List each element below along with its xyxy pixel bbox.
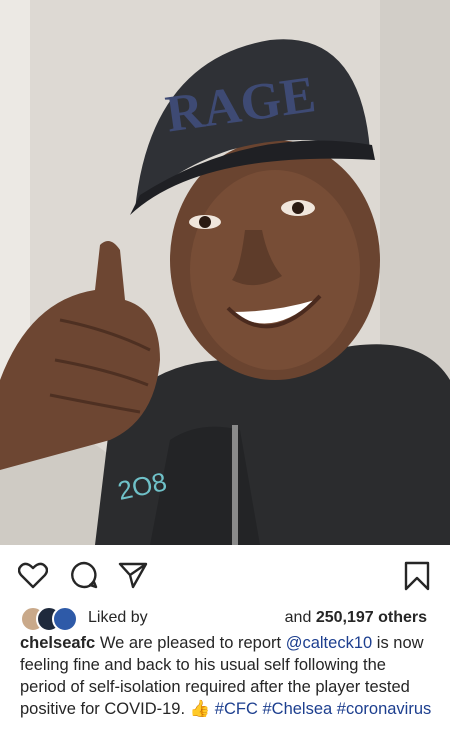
liker-avatars[interactable] xyxy=(20,606,80,632)
post-caption: chelseafc We are pleased to report @calt… xyxy=(20,632,432,720)
hashtag-cfc[interactable]: #CFC xyxy=(215,700,258,718)
likes-count[interactable]: and 250,197 others xyxy=(285,609,427,627)
liked-by-label: Liked by xyxy=(88,609,148,626)
paper-plane-icon[interactable] xyxy=(118,561,148,594)
thumbs-up-emoji: 👍 xyxy=(189,700,211,718)
player-selfie-image: 2O8 RAGE xyxy=(0,0,450,545)
bookmark-icon[interactable] xyxy=(404,561,430,596)
likes-others-count[interactable]: 250,197 others xyxy=(316,609,427,626)
heart-icon[interactable] xyxy=(17,561,49,594)
hashtag-chelsea[interactable]: #Chelsea xyxy=(262,700,332,718)
post-actions-bar xyxy=(0,545,450,603)
post-photo[interactable]: 2O8 RAGE xyxy=(0,0,450,545)
caption-mention[interactable]: @calteck10 xyxy=(286,634,372,652)
caption-text-1: We are pleased to report xyxy=(99,634,282,652)
caption-username[interactable]: chelseafc xyxy=(20,634,95,652)
likes-row: Liked by and 250,197 others xyxy=(0,603,450,633)
avatar[interactable] xyxy=(52,606,78,632)
comment-icon[interactable] xyxy=(70,561,98,594)
hashtag-coronavirus[interactable]: #coronavirus xyxy=(337,700,431,718)
likes-and-label: and xyxy=(284,609,312,626)
